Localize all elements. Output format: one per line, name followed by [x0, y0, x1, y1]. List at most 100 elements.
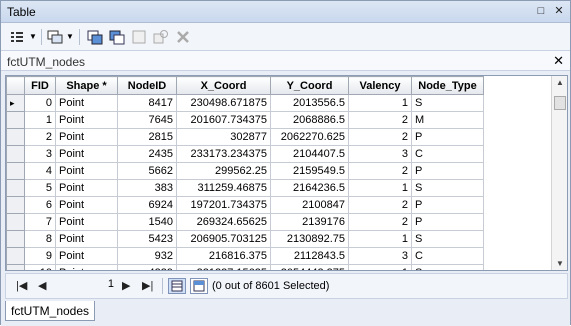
table-cell[interactable]: 2062270.625: [270, 128, 349, 146]
table-cell[interactable]: 2: [348, 162, 412, 180]
table-cell[interactable]: 269324.65625: [176, 213, 271, 231]
minimize-button[interactable]: □: [534, 5, 548, 18]
table-cell[interactable]: Point: [55, 247, 118, 265]
table-cell[interactable]: 311259.46875: [176, 179, 271, 197]
row-selector[interactable]: [6, 247, 25, 265]
table-cell[interactable]: 197201.734375: [176, 196, 271, 214]
table-cell[interactable]: 3: [348, 247, 412, 265]
table-cell[interactable]: M: [411, 111, 484, 129]
table-cell[interactable]: 299562.25: [176, 162, 271, 180]
last-record-icon[interactable]: ▶|: [142, 279, 153, 292]
table-cell[interactable]: 10: [24, 264, 56, 270]
table-cell[interactable]: 216816.375: [176, 247, 271, 265]
row-selector-header[interactable]: [6, 76, 25, 95]
table-cell[interactable]: 3: [24, 145, 56, 163]
table-cell[interactable]: 2: [348, 213, 412, 231]
table-cell[interactable]: Point: [55, 230, 118, 248]
table-cell[interactable]: P: [411, 213, 484, 231]
table-cell[interactable]: 5662: [117, 162, 177, 180]
table-cell[interactable]: 4: [24, 162, 56, 180]
table-cell[interactable]: 8417: [117, 94, 177, 112]
row-selector[interactable]: [6, 196, 25, 214]
table-cell[interactable]: 0: [24, 94, 56, 112]
table-row[interactable]: 6 Point 6924 197201.734375 2100847 2 P: [6, 196, 484, 214]
table-row[interactable]: 9 Point 932 216816.375 2112843.5 3 C: [6, 247, 484, 265]
table-cell[interactable]: Point: [55, 94, 118, 112]
row-selector[interactable]: [6, 128, 25, 146]
table-cell[interactable]: 2: [348, 196, 412, 214]
select-by-attributes-icon[interactable]: [87, 29, 103, 45]
table-cell[interactable]: 2054442.375: [270, 264, 349, 270]
table-cell[interactable]: 2112843.5: [270, 247, 349, 265]
column-header-x-coord[interactable]: X_Coord: [176, 76, 271, 95]
table-row[interactable]: 10Point4239221237.156252054442.3751S: [6, 264, 484, 270]
table-cell[interactable]: 9: [24, 247, 56, 265]
table-cell[interactable]: 6: [24, 196, 56, 214]
close-icon[interactable]: ✕: [553, 53, 564, 69]
table-cell[interactable]: 2: [24, 128, 56, 146]
column-header-shape[interactable]: Shape *: [55, 76, 118, 95]
table-cell[interactable]: 2435: [117, 145, 177, 163]
show-selected-records-button[interactable]: [190, 278, 208, 294]
table-cell[interactable]: 1: [348, 94, 412, 112]
table-cell[interactable]: Point: [55, 145, 118, 163]
tab-fctutm-nodes[interactable]: fctUTM_nodes: [5, 301, 95, 321]
table-row[interactable]: 4 Point 5662 299562.25 2159549.5 2 P: [6, 162, 484, 180]
delete-selected-icon[interactable]: [175, 29, 191, 45]
table-row[interactable]: 5 Point 383 311259.46875 2164236.5 1 S: [6, 179, 484, 197]
table-cell[interactable]: 932: [117, 247, 177, 265]
table-cell[interactable]: 2130892.75: [270, 230, 349, 248]
table-cell[interactable]: 1540: [117, 213, 177, 231]
table-cell[interactable]: Point: [55, 213, 118, 231]
table-cell[interactable]: P: [411, 196, 484, 214]
row-selector[interactable]: [6, 111, 25, 129]
row-selector[interactable]: ▸: [6, 94, 25, 112]
row-selector[interactable]: [6, 162, 25, 180]
table-cell[interactable]: 1: [348, 230, 412, 248]
table-cell[interactable]: P: [411, 128, 484, 146]
row-selector[interactable]: [6, 264, 25, 270]
table-cell[interactable]: S: [411, 230, 484, 248]
table-cell[interactable]: Point: [55, 128, 118, 146]
table-cell[interactable]: 8: [24, 230, 56, 248]
row-selector[interactable]: [6, 230, 25, 248]
chevron-down-icon[interactable]: ▼: [29, 32, 37, 41]
current-record-field[interactable]: 1: [66, 278, 116, 294]
table-cell[interactable]: 383: [117, 179, 177, 197]
column-header-nodeid[interactable]: NodeID: [117, 76, 177, 95]
zoom-to-selected-icon[interactable]: [153, 29, 169, 45]
row-selector[interactable]: [6, 145, 25, 163]
table-cell[interactable]: 6924: [117, 196, 177, 214]
chevron-down-icon[interactable]: ▼: [66, 32, 74, 41]
switch-selection-icon[interactable]: [109, 29, 125, 45]
table-cell[interactable]: 2068886.5: [270, 111, 349, 129]
table-row[interactable]: 1 Point 7645 201607.734375 2068886.5 2 M: [6, 111, 484, 129]
table-cell[interactable]: 5423: [117, 230, 177, 248]
table-cell[interactable]: Point: [55, 162, 118, 180]
column-header-fid[interactable]: FID: [24, 76, 56, 95]
table-cell[interactable]: S: [411, 179, 484, 197]
table-cell[interactable]: 2164236.5: [270, 179, 349, 197]
table-cell[interactable]: 1: [348, 264, 412, 270]
close-window-button[interactable]: ✕: [552, 5, 566, 18]
table-cell[interactable]: 233173.234375: [176, 145, 271, 163]
table-cell[interactable]: 5: [24, 179, 56, 197]
table-row[interactable]: 2 Point 2815 302877 2062270.625 2 P: [6, 128, 484, 146]
previous-record-icon[interactable]: ◀: [38, 279, 46, 292]
clear-selection-icon[interactable]: [131, 29, 147, 45]
column-header-y-coord[interactable]: Y_Coord: [270, 76, 349, 95]
table-cell[interactable]: C: [411, 145, 484, 163]
vertical-scrollbar[interactable]: ▲ ▼: [551, 76, 567, 270]
table-cell[interactable]: 230498.671875: [176, 94, 271, 112]
table-cell[interactable]: 2013556.5: [270, 94, 349, 112]
table-cell[interactable]: 2815: [117, 128, 177, 146]
table-cell[interactable]: 7645: [117, 111, 177, 129]
table-cell[interactable]: 1: [24, 111, 56, 129]
column-header-valency[interactable]: Valency: [348, 76, 412, 95]
table-options-icon[interactable]: [9, 29, 25, 45]
table-cell[interactable]: 2100847: [270, 196, 349, 214]
table-cell[interactable]: P: [411, 162, 484, 180]
scroll-thumb[interactable]: [554, 96, 566, 110]
table-cell[interactable]: 2104407.5: [270, 145, 349, 163]
table-row[interactable]: 8 Point 5423 206905.703125 2130892.75 1 S: [6, 230, 484, 248]
